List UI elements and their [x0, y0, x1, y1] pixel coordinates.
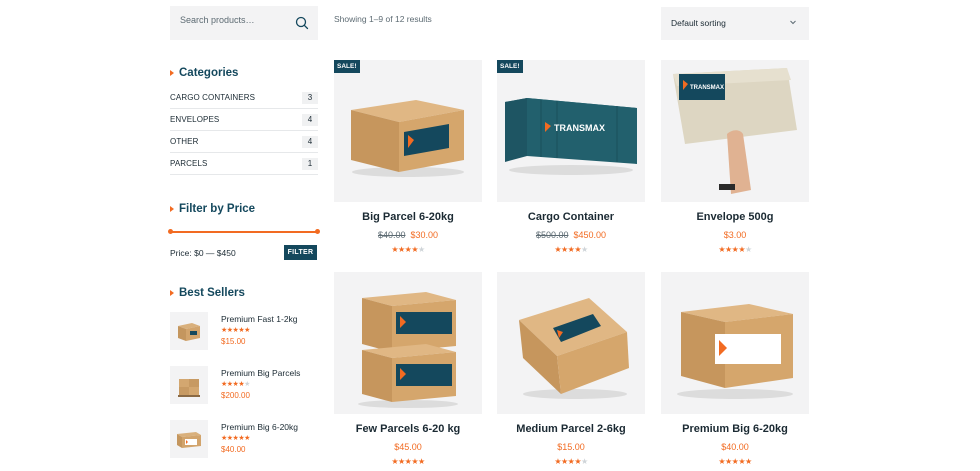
sale-badge: SALE! [497, 60, 523, 73]
category-item-other[interactable]: OTHER 4 [170, 131, 318, 153]
rating-stars: ★★★★★ [221, 435, 250, 442]
best-seller-thumbnail[interactable] [170, 312, 208, 350]
product-image[interactable] [334, 272, 482, 414]
product-price: $45.00 [394, 442, 422, 452]
category-name: CARGO CONTAINERS [170, 93, 256, 102]
best-seller-thumbnail[interactable] [170, 420, 208, 458]
sort-select[interactable]: Default sorting [661, 7, 809, 40]
product-prices: $40.00 [661, 442, 809, 452]
product-price: $15.00 [557, 442, 585, 452]
product-price: $450.00 [573, 230, 607, 240]
rating-stars: ★★★★★ [221, 327, 250, 334]
product-price: $30.00 [410, 230, 439, 240]
filter-button[interactable]: FILTER [284, 245, 317, 260]
category-list: CARGO CONTAINERS 3 ENVELOPES 4 OTHER 4 P… [170, 87, 318, 175]
category-count: 1 [302, 157, 318, 170]
product-old-price: $40.00 [377, 230, 406, 240]
rating-stars: ★★★★★ [718, 457, 752, 466]
category-item-cargo-containers[interactable]: CARGO CONTAINERS 3 [170, 87, 318, 109]
best-sellers-heading: Best Sellers [170, 287, 245, 299]
product-prices: $45.00 [334, 442, 482, 452]
category-count: 4 [302, 135, 318, 148]
categories-heading: Categories [170, 67, 238, 79]
search-box[interactable] [170, 6, 318, 40]
product-title[interactable]: Cargo Container [497, 211, 645, 223]
product-image[interactable]: TRANSMAX [661, 60, 809, 202]
search-input[interactable] [180, 15, 290, 25]
product-image[interactable] [334, 60, 482, 202]
caret-right-icon [170, 290, 174, 296]
category-name: OTHER [170, 137, 199, 146]
price-range-label: Price: $0 — $450 [170, 248, 236, 258]
best-seller-item[interactable]: Premium Big Parcels ★★★★★ $200.00 [170, 366, 318, 408]
best-seller-name[interactable]: Premium Fast 1-2kg [221, 314, 298, 324]
product-prices: $40.00 $30.00 [334, 230, 482, 240]
product-prices: $15.00 [497, 442, 645, 452]
best-seller-price: $200.00 [221, 391, 250, 400]
price-slider-min-handle[interactable] [168, 229, 173, 234]
rating-stars: ★★★★★ [391, 457, 425, 466]
sort-selected-label: Default sorting [671, 18, 726, 28]
price-filter-heading: Filter by Price [170, 203, 255, 215]
category-name: ENVELOPES [170, 115, 220, 124]
product-prices: $500.00 $450.00 [497, 230, 645, 240]
rating-stars: ★★★★★ [718, 245, 752, 254]
categories-title: Categories [179, 67, 239, 79]
category-count: 4 [302, 113, 318, 126]
product-image[interactable]: TRANSMAX [497, 60, 645, 202]
category-item-parcels[interactable]: PARCELS 1 [170, 153, 318, 175]
product-title[interactable]: Big Parcel 6-20kg [334, 211, 482, 223]
rating-stars: ★★★★★ [554, 245, 588, 254]
chevron-down-icon [790, 20, 796, 25]
brand-logo: TRANSMAX [554, 123, 605, 133]
best-seller-name[interactable]: Premium Big Parcels [221, 368, 300, 378]
caret-right-icon [170, 70, 174, 76]
sale-badge: SALE! [334, 60, 360, 73]
product-prices: $3.00 [661, 230, 809, 240]
brand-logo: TRANSMAX [690, 85, 724, 91]
product-title[interactable]: Premium Big 6-20kg [661, 423, 809, 435]
product-image[interactable] [497, 272, 645, 414]
price-slider[interactable] [168, 229, 320, 234]
best-seller-item[interactable]: Premium Fast 1-2kg ★★★★★ $15.00 [170, 312, 318, 354]
price-slider-track [170, 231, 318, 233]
product-title[interactable]: Medium Parcel 2-6kg [497, 423, 645, 435]
category-count: 3 [302, 91, 318, 104]
category-item-envelopes[interactable]: ENVELOPES 4 [170, 109, 318, 131]
caret-right-icon [170, 206, 174, 212]
price-filter-title: Filter by Price [179, 203, 256, 215]
product-image[interactable] [661, 272, 809, 414]
product-old-price: $500.00 [535, 230, 569, 240]
results-count: Showing 1–9 of 12 results [334, 14, 432, 24]
best-seller-thumbnail[interactable] [170, 366, 208, 404]
product-title[interactable]: Few Parcels 6-20 kg [334, 423, 482, 435]
best-seller-price: $15.00 [221, 337, 246, 346]
product-price: $40.00 [721, 442, 749, 452]
best-sellers-title: Best Sellers [179, 287, 245, 299]
search-icon[interactable] [294, 15, 310, 31]
rating-stars: ★★★★★ [554, 457, 588, 466]
product-title[interactable]: Envelope 500g [661, 211, 809, 223]
rating-stars: ★★★★★ [221, 381, 250, 388]
best-seller-item[interactable]: Premium Big 6-20kg ★★★★★ $40.00 [170, 420, 318, 462]
category-name: PARCELS [170, 159, 208, 168]
best-seller-name[interactable]: Premium Big 6-20kg [221, 422, 298, 432]
rating-stars: ★★★★★ [391, 245, 425, 254]
price-slider-max-handle[interactable] [315, 229, 320, 234]
product-price: $3.00 [723, 230, 747, 240]
best-seller-price: $40.00 [221, 445, 246, 454]
